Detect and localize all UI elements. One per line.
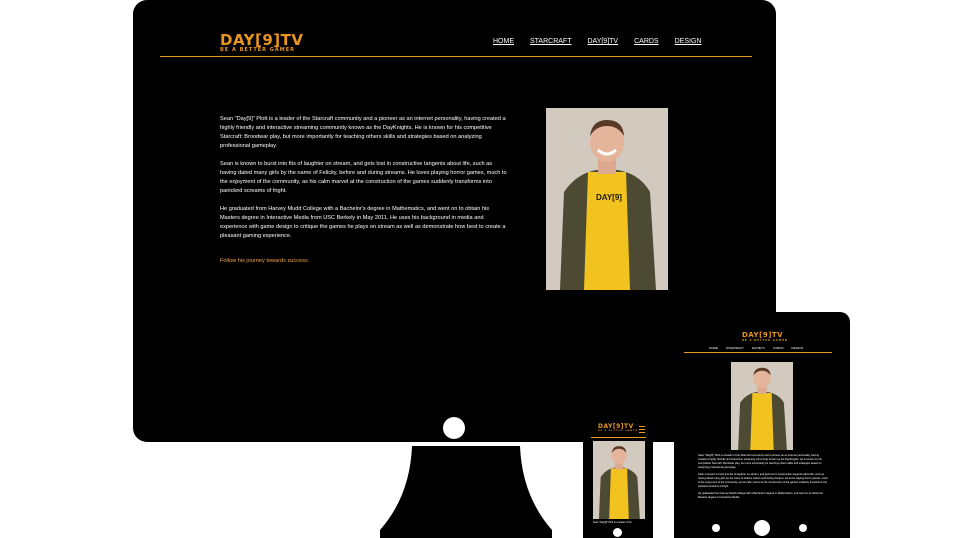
nav-home[interactable]: HOME: [493, 38, 514, 45]
bio-paragraph: He graduated from Harvey Mudd College wi…: [220, 206, 506, 239]
tablet-person-illustration: [731, 362, 793, 450]
tablet-nav: HOME STARCRAFT DAY[9]TV CARDS DESIGN: [709, 346, 803, 350]
main-nav: HOME STARCRAFT DAY[9]TV CARDS DESIGN: [493, 38, 701, 45]
brand-logo[interactable]: DAY[9]TV BE A BETTER GAMER: [220, 33, 303, 54]
tablet-brand-name: DAY[9]TV: [742, 331, 784, 339]
tablet-right-button: [799, 524, 807, 532]
tablet-home-button: [754, 520, 770, 536]
nav-design[interactable]: DESIGN: [675, 38, 702, 45]
phone-bio-snippet: Sean "Day[9]" Plott is a leader of the: [593, 521, 632, 524]
phone-brand-name: DAY[9]TV: [598, 423, 634, 430]
nav-starcraft[interactable]: STARCRAFT: [530, 38, 571, 45]
tablet-brand-tagline: BE A BETTER GAMER: [742, 339, 788, 342]
phone-home-button: [613, 528, 622, 537]
bio-paragraph: Sean is known to burst into fits of laug…: [220, 161, 507, 194]
tablet-nav-day9tv[interactable]: DAY[9]TV: [752, 346, 765, 350]
tablet-header-divider: [684, 352, 832, 353]
tablet-bio-paragraph: He graduated from Harvey Mudd College wi…: [698, 492, 823, 499]
shirt-logo: DAY[9]: [596, 193, 622, 202]
tablet-profile-photo: [731, 362, 793, 450]
tablet-nav-starcraft[interactable]: STARCRAFT: [726, 346, 744, 350]
nav-cards[interactable]: CARDS: [634, 38, 659, 45]
journey-link[interactable]: Follow his journey towards success.: [220, 258, 510, 264]
monitor-power-button: [443, 417, 465, 439]
tablet-nav-home[interactable]: HOME: [709, 346, 718, 350]
tablet-brand-logo[interactable]: DAY[9]TV BE A BETTER GAMER: [742, 331, 788, 343]
phone-brand-tagline: BE A BETTER GAMER: [598, 430, 639, 432]
tablet-device: DAY[9]TV BE A BETTER GAMER HOME STARCRAF…: [674, 312, 850, 538]
bio-paragraph: Sean "Day[9]" Plott is a leader of the S…: [220, 116, 506, 149]
tablet-nav-design[interactable]: DESIGN: [791, 346, 803, 350]
header-divider: [160, 56, 752, 57]
tablet-left-button: [712, 524, 720, 532]
profile-photo: DAY[9]: [546, 108, 668, 290]
monitor-stand: [380, 446, 552, 538]
phone-brand-logo[interactable]: DAY[9]TV BE A BETTER GAMER: [598, 423, 639, 433]
phone-device: DAY[9]TV BE A BETTER GAMER Sean "Day[9]"…: [583, 415, 653, 538]
nav-day9tv[interactable]: DAY[9]TV: [587, 38, 618, 45]
bio-text: Sean "Day[9]" Plott is a leader of the S…: [220, 115, 510, 270]
tablet-nav-cards[interactable]: CARDS: [773, 346, 784, 350]
brand-tagline: BE A BETTER GAMER: [220, 47, 295, 53]
tablet-bio-paragraph: Sean "Day[9]" Plott is a leader of the S…: [698, 454, 822, 469]
hamburger-icon[interactable]: [639, 426, 645, 433]
tablet-bio-text: Sean "Day[9]" Plott is a leader of the S…: [698, 454, 828, 500]
phone-person-illustration: [593, 441, 645, 519]
person-illustration: DAY[9]: [546, 108, 668, 290]
phone-header-divider: [591, 437, 646, 438]
tablet-bio-paragraph: Sean is known to burst into fits of laug…: [698, 473, 828, 488]
phone-profile-photo: [593, 441, 645, 519]
